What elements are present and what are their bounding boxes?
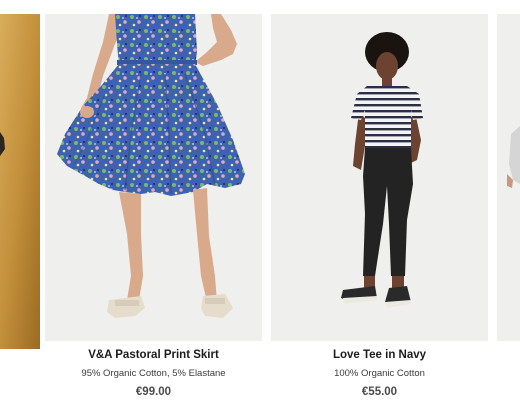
product-card[interactable]: V&A Pastoral Print Skirt 95% Organic Cot…	[45, 14, 262, 400]
product-image[interactable]	[0, 14, 40, 349]
product-card-partial-left[interactable]	[0, 14, 40, 349]
product-price: €55.00	[361, 386, 398, 398]
product-material: 100% Organic Cotton	[334, 368, 425, 379]
product-card[interactable]: Love Tee in Navy 100% Organic Cotton €55…	[271, 14, 488, 400]
product-image[interactable]	[497, 14, 520, 341]
product-image[interactable]	[271, 14, 488, 341]
product-price: €99.00	[135, 386, 172, 398]
product-material: 95% Organic Cotton, 5% Elastane	[81, 368, 226, 379]
product-image[interactable]	[45, 14, 262, 341]
product-title[interactable]: Love Tee in Navy	[271, 348, 488, 362]
product-title[interactable]: V&A Pastoral Print Skirt	[45, 348, 262, 362]
product-carousel: V&A Pastoral Print Skirt 95% Organic Cot…	[0, 0, 520, 400]
product-card-partial-right[interactable]	[497, 14, 520, 349]
